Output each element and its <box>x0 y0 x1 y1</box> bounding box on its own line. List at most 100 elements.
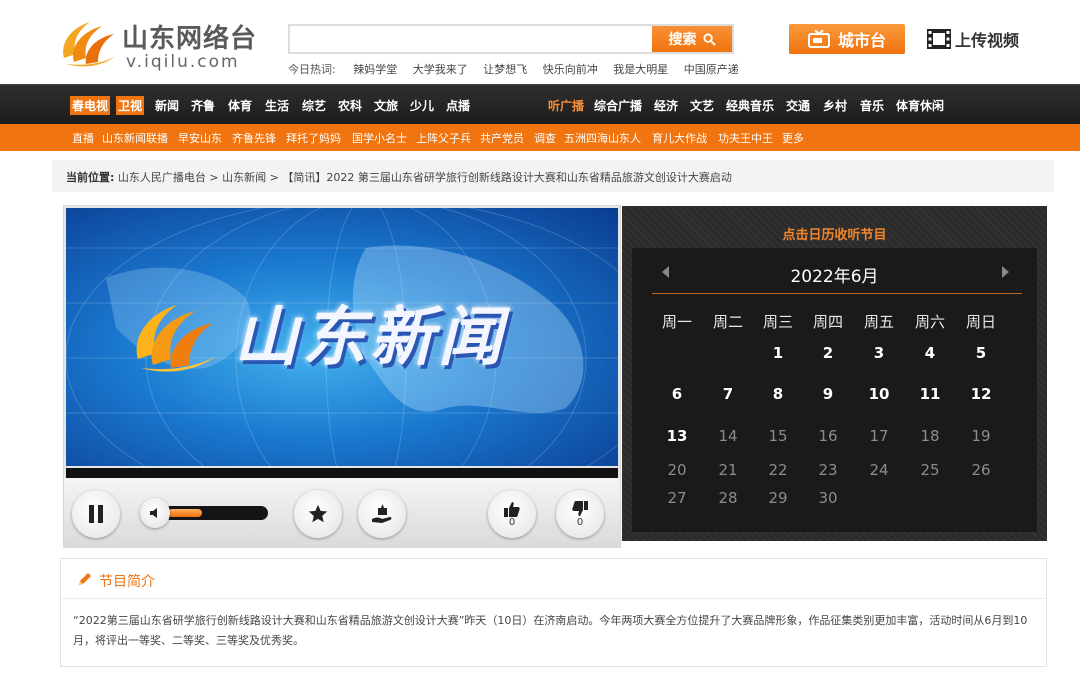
calendar-day: 14 <box>718 427 738 445</box>
nav-item[interactable]: 经典音乐 <box>726 97 774 114</box>
program-link[interactable]: 育儿大作战 <box>652 130 707 146</box>
nav-item[interactable]: 生活 <box>265 97 289 114</box>
calendar-day: 15 <box>768 427 788 445</box>
shandong-logo-icon <box>136 305 216 372</box>
share-button[interactable] <box>358 490 406 538</box>
hot-word[interactable]: 辣妈学堂 <box>353 63 397 76</box>
program-link[interactable]: 齐鲁先锋 <box>232 130 276 146</box>
pause-icon <box>89 505 103 523</box>
calendar-day: 24 <box>869 461 889 479</box>
nav-item-radio[interactable]: 听广播 <box>548 97 584 114</box>
hot-words-label: 今日热词: <box>288 63 336 76</box>
calendar-day: 29 <box>768 489 788 507</box>
nav-item[interactable]: 少儿 <box>410 97 434 114</box>
calendar-day[interactable]: 12 <box>956 385 1006 403</box>
program-link[interactable]: 调查 <box>534 130 556 146</box>
nav-item[interactable]: 点播 <box>446 97 470 114</box>
program-calendar: 点击日历收听节目 2022年6月 周一 周二 周三 周四 周五 周六 周日 1 2 3 4 5 6 7 8 9… <box>622 206 1047 541</box>
nav-item-tv[interactable]: 春电视 <box>70 96 111 115</box>
intro-text: “2022第三届山东省研学旅行创新线路设计大赛和山东省精品旅游文创设计大赛”昨天… <box>73 614 1028 647</box>
like-button[interactable]: 0 <box>488 490 536 538</box>
intro-title: 节目简介 <box>99 574 155 590</box>
nav-item[interactable]: 音乐 <box>860 97 884 114</box>
calendar-weekday: 周日 <box>965 313 996 331</box>
calendar-day: 18 <box>920 427 940 445</box>
program-link[interactable]: 国学小名士 <box>352 130 407 146</box>
volume-button[interactable] <box>140 498 170 528</box>
program-link[interactable]: 拜托了妈妈 <box>286 130 341 146</box>
calendar-day[interactable]: 4 <box>905 344 955 362</box>
like-count: 0 <box>508 517 516 528</box>
volume-level <box>168 509 202 517</box>
player-controls: 0 0 <box>64 478 620 548</box>
program-link[interactable]: 山东新闻联播 <box>102 130 168 146</box>
nav-item[interactable]: 文旅 <box>374 97 398 114</box>
logo-title: 山东网络台 <box>122 24 258 54</box>
speaker-icon <box>150 508 157 518</box>
calendar-day[interactable]: 6 <box>652 385 702 403</box>
gift-hand-icon <box>372 504 392 523</box>
flame-logo-icon <box>63 22 116 67</box>
hot-words: 今日热词: 辣妈学堂 大学我来了 让梦想飞 快乐向前冲 我是大明星 中国原产递 <box>288 61 751 77</box>
nav-item[interactable]: 体育 <box>228 97 252 114</box>
calendar-day: 28 <box>718 489 738 507</box>
calendar-day[interactable]: 1 <box>753 344 803 362</box>
calendar-day: 21 <box>718 461 738 479</box>
site-logo[interactable]: 山东网络台 v.iqilu.com <box>56 12 276 74</box>
city-tv-button[interactable]: 城市台 <box>789 24 905 54</box>
nav-item[interactable]: 交通 <box>786 97 810 114</box>
calendar-day[interactable]: 10 <box>854 385 904 403</box>
hot-word[interactable]: 我是大明星 <box>613 63 668 76</box>
calendar-day[interactable]: 2 <box>803 344 853 362</box>
search-box: 搜索 <box>288 24 734 54</box>
calendar-day[interactable]: 11 <box>905 385 955 403</box>
logo-url: v.iqilu.com <box>126 52 240 72</box>
hot-word[interactable]: 中国原产递 <box>684 63 739 76</box>
nav-item[interactable]: 乡村 <box>823 97 847 114</box>
nav-item[interactable]: 经济 <box>654 97 678 114</box>
program-link[interactable]: 功夫王中王 <box>718 130 773 146</box>
calendar-day: 22 <box>768 461 788 479</box>
search-button[interactable]: 搜索 <box>652 26 732 52</box>
volume-slider[interactable] <box>164 506 268 520</box>
program-link[interactable]: 上阵父子兵 <box>416 130 471 146</box>
nav-item[interactable]: 文艺 <box>690 97 714 114</box>
hot-word[interactable]: 快乐向前冲 <box>543 63 598 76</box>
video-screen[interactable]: 山东新闻 <box>66 208 618 466</box>
nav-item[interactable]: 综艺 <box>302 97 326 114</box>
upload-video-button[interactable]: 上传视频 <box>927 27 1019 51</box>
nav-item[interactable]: 农科 <box>338 97 362 114</box>
nav-item[interactable]: 综合广播 <box>594 97 642 114</box>
nav-item[interactable]: 新闻 <box>155 97 179 114</box>
nav-item-satellite[interactable]: 卫视 <box>116 96 145 115</box>
program-link[interactable]: 五洲四海山东人 <box>564 130 641 146</box>
nav-item[interactable]: 齐鲁 <box>191 97 215 114</box>
calendar-weekday: 周三 <box>762 313 793 331</box>
calendar-weekday: 周二 <box>712 313 743 331</box>
next-month-icon[interactable] <box>1002 266 1009 278</box>
calendar-day[interactable]: 8 <box>753 385 803 403</box>
program-link[interactable]: 直播 <box>72 130 94 146</box>
upload-video-label: 上传视频 <box>955 31 1020 50</box>
calendar-day[interactable]: 9 <box>803 385 853 403</box>
volume-control <box>140 498 268 528</box>
dislike-button[interactable]: 0 <box>556 490 604 538</box>
progress-bar[interactable] <box>66 468 618 478</box>
pause-button[interactable] <box>72 490 120 538</box>
favorite-button[interactable] <box>294 490 342 538</box>
breadcrumb-path[interactable]: 山东人民广播电台 > 山东新闻 > 【简讯】2022 第三届山东省研学旅行创新线… <box>118 171 732 184</box>
program-link[interactable]: 共产党员 <box>480 130 524 146</box>
program-link-more[interactable]: 更多 <box>782 130 804 146</box>
pencil-icon <box>79 573 91 585</box>
calendar-month: 2022年6月 <box>790 267 879 287</box>
hot-word[interactable]: 让梦想飞 <box>483 63 527 76</box>
program-link[interactable]: 早安山东 <box>178 130 222 146</box>
calendar-day[interactable]: 13 <box>652 427 702 445</box>
calendar-day[interactable]: 5 <box>956 344 1006 362</box>
search-input[interactable] <box>290 26 652 52</box>
calendar-day[interactable]: 3 <box>854 344 904 362</box>
hot-word[interactable]: 大学我来了 <box>413 63 468 76</box>
breadcrumb-label: 当前位置: <box>66 171 115 184</box>
calendar-day[interactable]: 7 <box>703 385 753 403</box>
nav-item[interactable]: 体育休闲 <box>896 97 944 114</box>
